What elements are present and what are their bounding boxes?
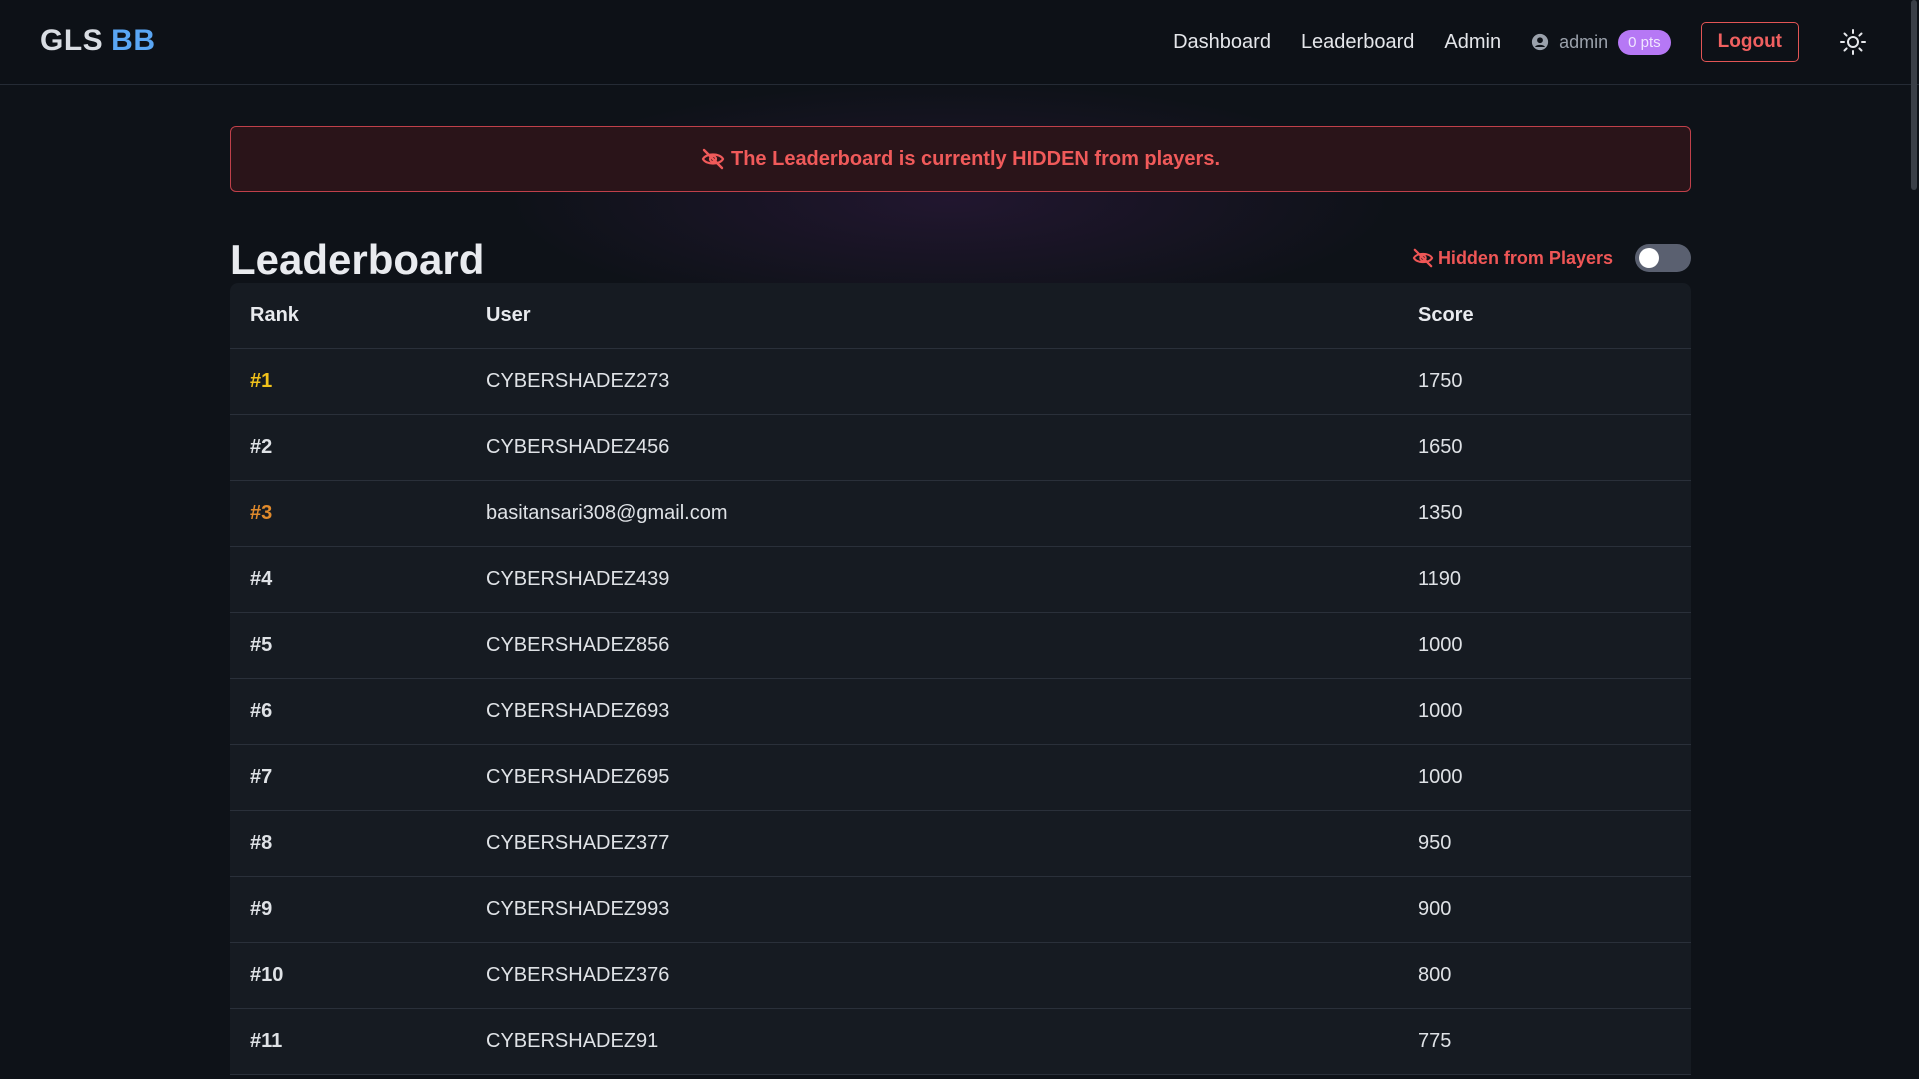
column-header-rank: Rank [250,304,299,326]
rank-cell: #8 [250,832,273,854]
score-cell: 1000 [1418,700,1463,722]
score-cell: 1750 [1418,370,1463,392]
user-cell: CYBERSHADEZ695 [486,766,670,788]
username-label: admin [1559,31,1609,52]
brand-text-accent: BB [111,24,156,57]
eye-slash-icon [701,148,725,170]
eye-slash-icon [1412,248,1434,268]
user-cell: CYBERSHADEZ273 [486,370,670,392]
rank-cell: #10 [250,964,284,986]
table-row: #2 CYBERSHADEZ456 1650 [230,415,1691,481]
score-cell: 900 [1418,898,1452,920]
table-row: #11 CYBERSHADEZ91 775 [230,1009,1691,1075]
user-cell: CYBERSHADEZ456 [486,436,670,458]
user-cell: CYBERSHADEZ376 [486,964,670,986]
rank-cell: #9 [250,898,273,920]
visibility-toggle[interactable] [1635,244,1691,272]
table-header-row: Rank User Score [230,283,1691,349]
user-cell: basitansari308@gmail.com [486,502,728,524]
score-cell: 800 [1418,964,1452,986]
logout-button[interactable]: Logout [1700,22,1799,62]
score-cell: 1650 [1418,436,1463,458]
user-info: admin 0 pts [1531,29,1671,55]
table-row: #1 CYBERSHADEZ273 1750 [230,349,1691,415]
score-cell: 950 [1418,832,1452,854]
sun-icon[interactable] [1839,28,1867,56]
alert-text: The Leaderboard is currently HIDDEN from… [730,147,1221,170]
user-cell: CYBERSHADEZ856 [486,634,670,656]
table-row: #5 CYBERSHADEZ856 1000 [230,613,1691,679]
user-cell: CYBERSHADEZ993 [486,898,670,920]
brand-logo[interactable]: GLS BB [40,24,156,58]
hidden-alert-banner: The Leaderboard is currently HIDDEN from… [230,126,1691,192]
score-cell: 1190 [1418,568,1462,590]
user-cell: CYBERSHADEZ439 [486,568,670,590]
column-header-user: User [486,304,531,326]
top-navbar: GLS BB Dashboard Leaderboard Admin admin … [0,0,1919,85]
score-cell: 1000 [1418,766,1463,788]
visibility-label: Hidden from Players [1437,247,1613,268]
column-header-score: Score [1418,304,1474,326]
rank-cell: #7 [250,766,273,788]
user-circle-icon [1531,33,1549,51]
user-cell: CYBERSHADEZ377 [486,832,670,854]
score-cell: 1350 [1418,502,1463,524]
leaderboard-table: Rank User Score #1 CYBERSHADEZ273 1750 #… [230,283,1691,1075]
score-cell: 775 [1418,1030,1452,1052]
rank-cell: #4 [250,568,273,590]
page-title: Leaderboard [230,236,485,283]
user-cell: CYBERSHADEZ91 [486,1030,659,1052]
table-row: #3 basitansari308@gmail.com 1350 [230,481,1691,547]
table-row: #9 CYBERSHADEZ993 900 [230,877,1691,943]
rank-cell: #6 [250,700,273,722]
toggle-knob [1639,248,1659,268]
visibility-control: Hidden from Players [1412,244,1691,272]
rank-cell: #1 [250,370,273,392]
table-row: #4 CYBERSHADEZ439 1190 [230,547,1691,613]
score-cell: 1000 [1418,634,1463,656]
nav-link-leaderboard[interactable]: Leaderboard [1301,31,1414,54]
table-row: #6 CYBERSHADEZ693 1000 [230,679,1691,745]
table-row: #7 CYBERSHADEZ695 1000 [230,745,1691,811]
nav-link-dashboard[interactable]: Dashboard [1173,31,1271,54]
rank-cell: #5 [250,634,273,656]
user-cell: CYBERSHADEZ693 [486,700,670,722]
brand-text-primary: GLS [40,24,104,57]
rank-cell: #3 [250,502,273,524]
points-badge: 0 pts [1618,29,1671,55]
rank-cell: #2 [250,436,273,458]
table-row: #8 CYBERSHADEZ377 950 [230,811,1691,877]
table-row: #10 CYBERSHADEZ376 800 [230,943,1691,1009]
rank-cell: #11 [250,1030,283,1052]
nav-link-admin[interactable]: Admin [1444,31,1501,54]
page-scrollbar[interactable] [1911,0,1917,190]
nav-links: Dashboard Leaderboard Admin admin 0 pts … [1173,22,1867,62]
